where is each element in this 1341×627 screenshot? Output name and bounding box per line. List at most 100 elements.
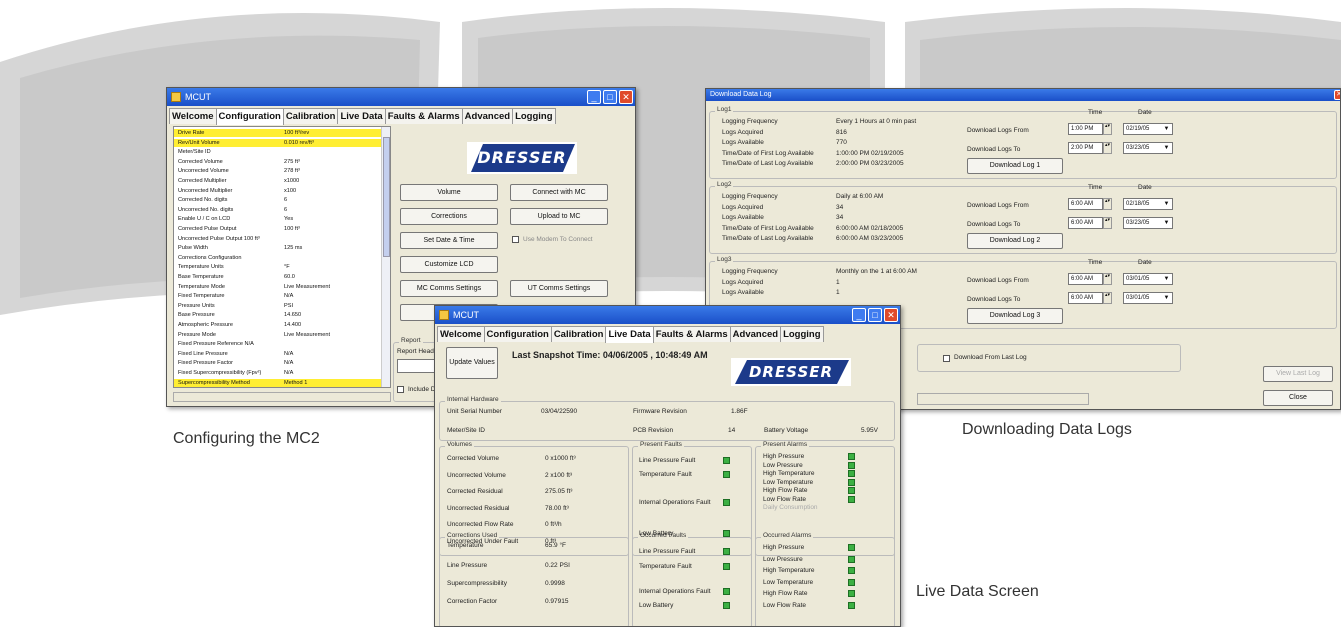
update-values-button[interactable]: Update Values — [446, 347, 498, 379]
close-button[interactable]: Close — [1263, 390, 1333, 406]
live-close-icon[interactable]: ✕ — [884, 308, 898, 322]
set-date-time-button[interactable]: Set Date & Time — [400, 232, 498, 249]
to-time-spinner[interactable]: 2:00 PM ▴▾ — [1068, 142, 1112, 154]
tab-welcome[interactable]: Welcome — [169, 108, 217, 124]
config-row[interactable]: Drive Rate 100 ft³/rev — [174, 129, 383, 137]
maximize-icon[interactable]: □ — [603, 90, 617, 104]
customize-lcd-button[interactable]: Customize LCD — [400, 256, 498, 273]
live-tab-configuration[interactable]: Configuration — [483, 326, 552, 342]
config-row[interactable]: Base Temperature 60.0 — [174, 273, 383, 281]
config-row[interactable]: Corrections Configuration — [174, 254, 383, 262]
live-tab-live-data[interactable]: Live Data — [605, 326, 654, 343]
config-row-key: Pressure Units — [178, 302, 215, 309]
tab-configuration[interactable]: Configuration — [215, 108, 284, 125]
config-row[interactable]: Fixed Pressure Factor N/A — [174, 359, 383, 367]
spinner-arrows-icon[interactable]: ▴▾ — [1103, 198, 1112, 210]
tab-advanced[interactable]: Advanced — [461, 108, 514, 124]
chevron-down-icon[interactable]: ▼ — [1162, 200, 1171, 209]
live-minimize-icon[interactable]: _ — [852, 308, 866, 322]
tab-calibration[interactable]: Calibration — [282, 108, 339, 124]
config-list[interactable]: Drive Rate 100 ft³/rev Rev/Unit Volume 0.01… — [173, 126, 391, 388]
mc-comms-button[interactable]: MC Comms Settings — [400, 280, 498, 297]
to-date-dropdown[interactable]: 03/01/05 ▼ — [1123, 292, 1173, 304]
view-last-log-button[interactable]: View Last Log — [1263, 366, 1333, 382]
time-column-label: Time — [1088, 259, 1103, 266]
scroll-thumb[interactable] — [383, 137, 390, 257]
volume-label: Corrected Volume — [447, 455, 500, 462]
config-row[interactable]: Base Pressure 14.650 — [174, 311, 383, 319]
ut-comms-button[interactable]: UT Comms Settings — [510, 280, 608, 297]
config-row[interactable]: Corrected Volume 275 ft³ — [174, 158, 383, 166]
live-tab-advanced[interactable]: Advanced — [729, 326, 782, 342]
config-row[interactable]: Meter/Site ID — [174, 148, 383, 156]
config-row[interactable]: Corrected Pulse Output 100 ft³ — [174, 225, 383, 233]
config-row[interactable]: Pressure Mode Live Measurement — [174, 331, 383, 339]
to-time-spinner[interactable]: 6:00 AM ▴▾ — [1068, 217, 1112, 229]
config-row[interactable]: Enable U / C on LCD Yes — [174, 215, 383, 223]
tab-logging[interactable]: Logging — [512, 108, 556, 124]
tab-faults-alarms[interactable]: Faults & Alarms — [384, 108, 463, 124]
download-from-last-checkbox[interactable] — [943, 355, 950, 362]
chevron-down-icon[interactable]: ▼ — [1162, 275, 1171, 284]
config-row[interactable]: Atmospheric Pressure 14.400 — [174, 321, 383, 329]
to-date-dropdown[interactable]: 03/23/05 ▼ — [1123, 217, 1173, 229]
config-row[interactable]: Supercompressibility Method Method 1 — [174, 378, 383, 387]
download-log-button[interactable]: Download Log 3 — [967, 308, 1063, 324]
config-row[interactable]: Temperature Units °F — [174, 263, 383, 271]
spinner-arrows-icon[interactable]: ▴▾ — [1103, 292, 1112, 304]
config-row[interactable]: Rev/Unit Volume 0.010 rev/ft³ — [174, 138, 383, 147]
from-date-dropdown[interactable]: 02/19/05 ▼ — [1123, 123, 1173, 135]
live-tab-faults-alarms[interactable]: Faults & Alarms — [652, 326, 731, 342]
config-list-scrollbar[interactable] — [381, 127, 390, 387]
live-tab-logging[interactable]: Logging — [780, 326, 824, 342]
config-row[interactable]: Uncorrected Multiplier x100 — [174, 187, 383, 195]
config-row[interactable]: Pressure Units PSI — [174, 302, 383, 310]
spinner-arrows-icon[interactable]: ▴▾ — [1103, 123, 1112, 135]
from-date-dropdown[interactable]: 03/01/05 ▼ — [1123, 273, 1173, 285]
download-close-icon[interactable]: ✕ — [1334, 90, 1340, 100]
from-date-dropdown[interactable]: 02/18/05 ▼ — [1123, 198, 1173, 210]
volume-button[interactable]: Volume — [400, 184, 498, 201]
config-row[interactable]: Temperature Mode Live Measurement — [174, 283, 383, 291]
close-icon[interactable]: ✕ — [619, 90, 633, 104]
config-row[interactable]: Pulse Width 125 ms — [174, 244, 383, 252]
download-log-button[interactable]: Download Log 2 — [967, 233, 1063, 249]
config-row[interactable]: Corrected Multiplier x1000 — [174, 177, 383, 185]
config-row[interactable]: Fixed Line Pressure N/A — [174, 350, 383, 358]
config-row[interactable]: Fixed Supercompressibility (Fpv²) N/A — [174, 369, 383, 377]
include-checkbox[interactable] — [397, 386, 404, 393]
live-tab-calibration[interactable]: Calibration — [550, 326, 607, 342]
chevron-down-icon[interactable]: ▼ — [1162, 294, 1171, 303]
live-tab-welcome[interactable]: Welcome — [437, 326, 485, 342]
report-header-input[interactable] — [397, 359, 437, 373]
corrections-button[interactable]: Corrections — [400, 208, 498, 225]
upload-button[interactable]: Upload to MC — [510, 208, 608, 225]
volume-value: 78.00 ft³ — [545, 504, 569, 512]
spinner-arrows-icon[interactable]: ▴▾ — [1103, 142, 1112, 154]
live-maximize-icon[interactable]: □ — [868, 308, 882, 322]
minimize-icon[interactable]: _ — [587, 90, 601, 104]
date-column-label: Date — [1138, 109, 1152, 116]
chevron-down-icon[interactable]: ▼ — [1162, 125, 1171, 134]
config-row[interactable]: Uncorrected Volume 278 ft³ — [174, 167, 383, 175]
correction-label: Supercompressibility — [447, 580, 507, 587]
to-date-dropdown[interactable]: 03/23/05 ▼ — [1123, 142, 1173, 154]
config-row[interactable]: Fixed Temperature N/A — [174, 292, 383, 300]
config-row[interactable]: Corrected No. digits 6 — [174, 196, 383, 204]
config-row[interactable]: Uncorrected Pulse Output 100 ft³ — [174, 235, 383, 243]
from-time-spinner[interactable]: 1:00 PM ▴▾ — [1068, 123, 1112, 135]
spinner-arrows-icon[interactable]: ▴▾ — [1103, 273, 1112, 285]
to-time-spinner[interactable]: 6:00 AM ▴▾ — [1068, 292, 1112, 304]
chevron-down-icon[interactable]: ▼ — [1162, 219, 1171, 228]
use-modem-checkbox[interactable] — [512, 236, 519, 243]
chevron-down-icon[interactable]: ▼ — [1162, 144, 1171, 153]
connect-button[interactable]: Connect with MC — [510, 184, 608, 201]
from-time-spinner[interactable]: 6:00 AM ▴▾ — [1068, 198, 1112, 210]
config-row[interactable]: Fixed Pressure Reference N/A — [174, 340, 383, 348]
config-row[interactable]: Uncorrected No. digits 6 — [174, 206, 383, 214]
download-log-button[interactable]: Download Log 1 — [967, 158, 1063, 174]
from-time-spinner[interactable]: 6:00 AM ▴▾ — [1068, 273, 1112, 285]
spinner-arrows-icon[interactable]: ▴▾ — [1103, 217, 1112, 229]
volume-label: Uncorrected Volume — [447, 471, 506, 479]
tab-live-data[interactable]: Live Data — [337, 108, 386, 124]
